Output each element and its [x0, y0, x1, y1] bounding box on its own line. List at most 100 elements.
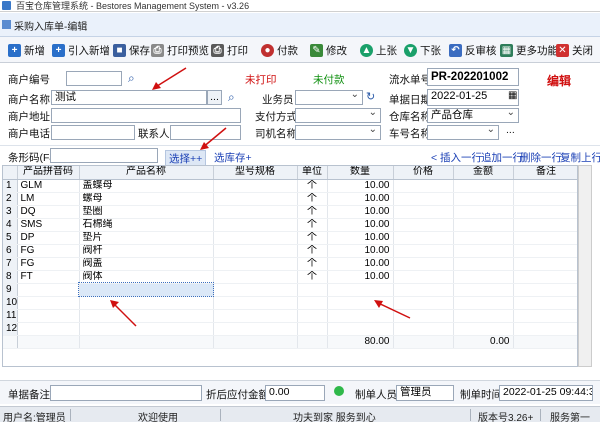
cell-unit[interactable] [297, 309, 328, 323]
cell-name[interactable]: 螺母 [79, 192, 214, 206]
cell-qty[interactable]: 10.00 [327, 218, 394, 232]
column-header[interactable]: 单位 [297, 166, 328, 180]
cell-qty[interactable] [327, 309, 394, 323]
cell-name[interactable]: 阀杆 [79, 244, 214, 258]
cell-price[interactable] [393, 257, 454, 271]
column-header[interactable]: 价格 [393, 166, 454, 180]
table-row[interactable]: 6 FG 阀杆 个 10.00 [3, 244, 577, 258]
cell-price[interactable] [393, 218, 454, 232]
cell-unit[interactable]: 个 [297, 205, 328, 219]
cell-spec[interactable] [213, 309, 298, 323]
cell-note[interactable] [513, 257, 577, 271]
cell-code[interactable]: LM [17, 192, 80, 206]
table-row[interactable]: 9 [3, 282, 577, 297]
cell-code[interactable]: FG [17, 257, 80, 271]
refresh-icon[interactable]: ↻ [366, 90, 375, 103]
prev-button[interactable]: ▲ 上张 [360, 41, 397, 59]
cell-qty[interactable]: 10.00 [327, 192, 394, 206]
table-row[interactable]: 12 [3, 322, 577, 336]
cell-spec[interactable] [213, 283, 298, 297]
cell-note[interactable] [513, 231, 577, 245]
pay-button[interactable]: ● 付款 [261, 41, 298, 59]
cell-price[interactable] [393, 322, 454, 336]
cell-price[interactable] [393, 309, 454, 323]
next-button[interactable]: ▼ 下张 [404, 41, 441, 59]
save-button[interactable]: ■ 保存 [113, 41, 150, 59]
cell-code[interactable] [17, 309, 80, 323]
table-row[interactable]: 11 [3, 309, 577, 323]
cell-note[interactable] [513, 244, 577, 258]
created-at-field[interactable]: 2022-01-25 09:44:31 [499, 385, 593, 401]
cell-note[interactable] [513, 205, 577, 219]
cell-name[interactable] [79, 296, 214, 310]
cell-price[interactable] [393, 205, 454, 219]
close-button[interactable]: ✕ 关闭 [556, 41, 593, 59]
cell-unit[interactable] [297, 296, 328, 310]
cell-code[interactable]: FG [17, 244, 80, 258]
cell-unit[interactable]: 个 [297, 179, 328, 193]
cell-spec[interactable] [213, 296, 298, 310]
table-row[interactable]: 3 DQ 垫圈 个 10.00 [3, 205, 577, 219]
cell-amount[interactable] [453, 231, 514, 245]
search-icon[interactable]: ⌕ [228, 90, 235, 105]
column-header[interactable]: 备注 [513, 166, 577, 180]
cell-amount[interactable] [453, 205, 514, 219]
cell-note[interactable] [513, 192, 577, 206]
cell-qty[interactable]: 10.00 [327, 179, 394, 193]
cell-qty[interactable] [327, 283, 394, 297]
cell-note[interactable] [513, 179, 577, 193]
creator-field[interactable]: 管理员 [396, 385, 454, 401]
more-button[interactable]: ▦ 更多功能 [500, 41, 558, 59]
cell-price[interactable] [393, 244, 454, 258]
discount-field[interactable]: 0.00 [265, 385, 325, 401]
cell-unit[interactable]: 个 [297, 231, 328, 245]
vertical-scrollbar[interactable] [578, 165, 592, 367]
cell-price[interactable] [393, 192, 454, 206]
cell-price[interactable] [393, 231, 454, 245]
cell-amount[interactable] [453, 270, 514, 284]
table-row[interactable]: 8 FT 阀体 个 10.00 [3, 270, 577, 284]
cell-spec[interactable] [213, 231, 298, 245]
cell-price[interactable] [393, 179, 454, 193]
cell-qty[interactable] [327, 296, 394, 310]
cell-name[interactable]: 盖蝶母 [79, 179, 214, 193]
cell-spec[interactable] [213, 218, 298, 232]
cell-unit[interactable]: 个 [297, 257, 328, 271]
select-stock-link[interactable]: 选库存+ [214, 150, 252, 165]
column-header[interactable]: 产品名称 [79, 166, 214, 180]
cell-name[interactable]: 阀盖 [79, 257, 214, 271]
browse-button[interactable]: ... [207, 90, 222, 105]
date-field[interactable]: 2022-01-25 [427, 89, 519, 106]
cell-spec[interactable] [213, 244, 298, 258]
column-header[interactable]: 产品拼音码 [17, 166, 80, 180]
cell-qty[interactable]: 10.00 [327, 270, 394, 284]
table-row[interactable]: 10 [3, 296, 577, 310]
new-button[interactable]: + 新增 [8, 41, 45, 59]
plate-select[interactable] [427, 125, 499, 140]
table-row[interactable]: 2 LM 螺母 个 10.00 [3, 192, 577, 206]
column-header[interactable]: 型号规格 [213, 166, 298, 180]
import-new-button[interactable]: + 引入新增 [52, 41, 110, 59]
delete-row-link[interactable]: 删除一行 [520, 150, 562, 165]
cell-amount[interactable] [453, 218, 514, 232]
cell-unit[interactable] [297, 322, 328, 336]
cell-unit[interactable]: 个 [297, 244, 328, 258]
cell-price[interactable] [393, 283, 454, 297]
cell-code[interactable]: SMS [17, 218, 80, 232]
cell-unit[interactable] [297, 283, 328, 297]
cell-qty[interactable]: 10.00 [327, 205, 394, 219]
edit-button[interactable]: ✎ 修改 [310, 41, 347, 59]
table-row[interactable]: 5 DP 垫片 个 10.00 [3, 231, 577, 245]
cell-spec[interactable] [213, 205, 298, 219]
cell-code[interactable]: DP [17, 231, 80, 245]
cell-name[interactable] [79, 322, 214, 336]
append-row-link[interactable]: 追加一行 [481, 150, 523, 165]
cell-qty[interactable]: 10.00 [327, 257, 394, 271]
cell-name[interactable] [79, 309, 214, 323]
cell-qty[interactable] [327, 322, 394, 336]
cell-qty[interactable]: 10.00 [327, 244, 394, 258]
cell-amount[interactable] [453, 257, 514, 271]
cell-spec[interactable] [213, 179, 298, 193]
cell-note[interactable] [513, 218, 577, 232]
cell-spec[interactable] [213, 322, 298, 336]
